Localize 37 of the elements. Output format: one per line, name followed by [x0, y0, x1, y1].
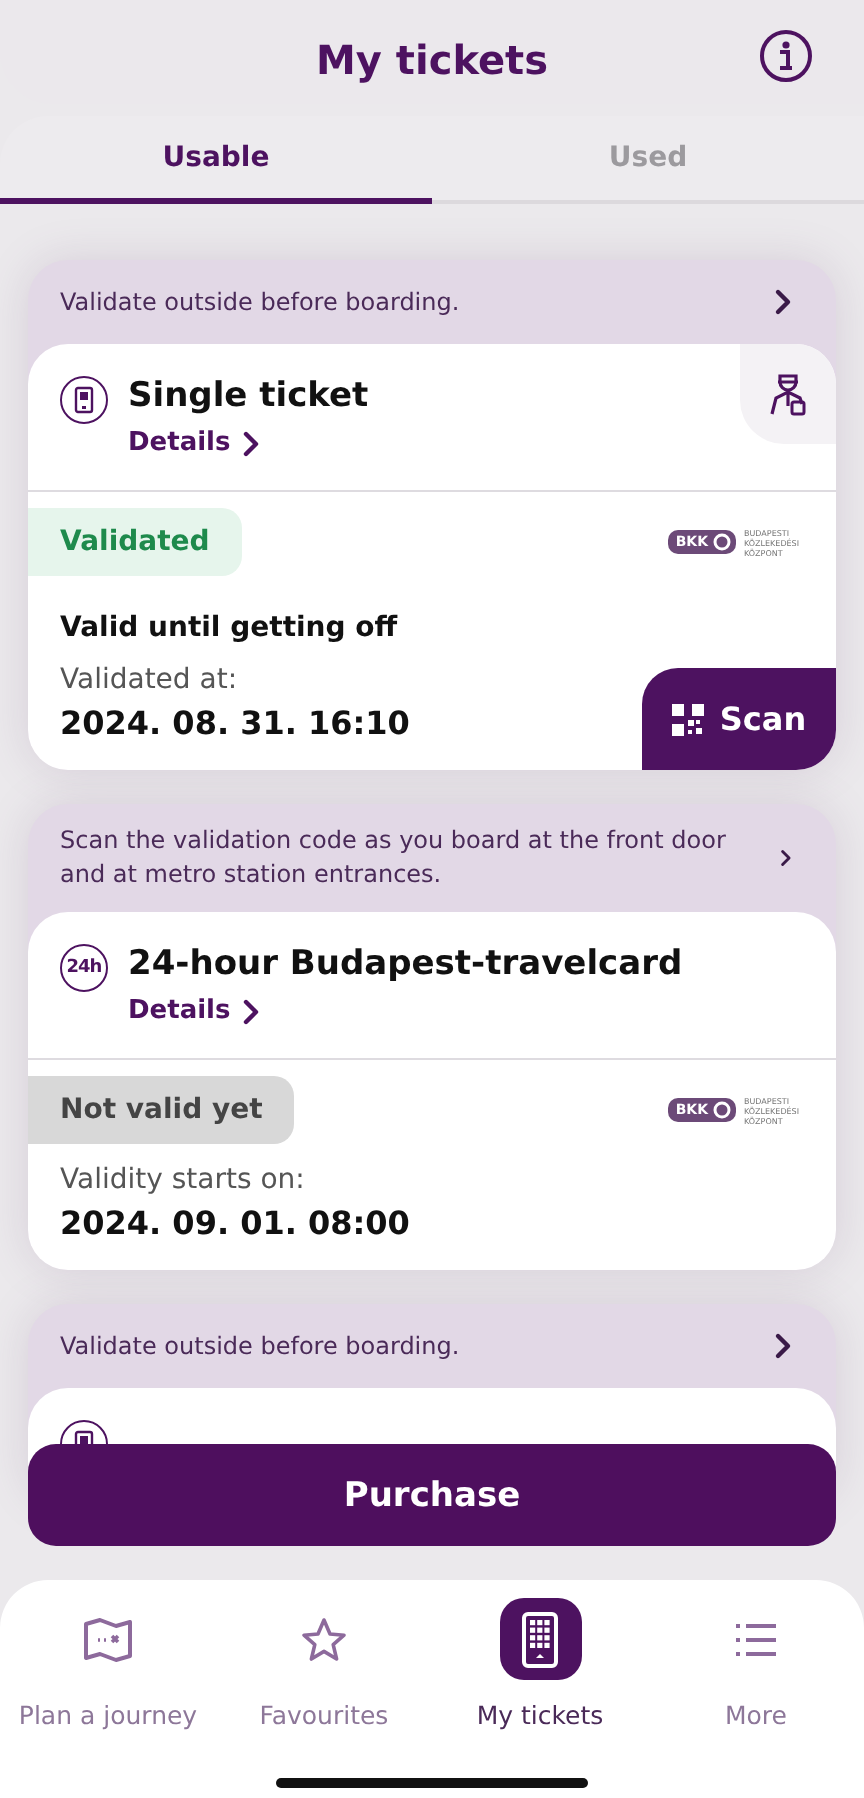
- time-value: 2024. 08. 31. 16:10: [60, 704, 410, 742]
- details-link[interactable]: Details: [128, 996, 683, 1026]
- purchase-button[interactable]: Purchase: [28, 1444, 836, 1546]
- page-title: My tickets: [316, 36, 548, 84]
- notice-text: Validate outside before boarding.: [60, 1329, 460, 1363]
- tab[interactable]: Usable: [0, 116, 432, 204]
- status-badge: Validated: [28, 508, 242, 576]
- ticket-icon: [60, 376, 108, 424]
- inspector-icon: [768, 370, 808, 418]
- chevron-icon: [242, 997, 261, 1025]
- map-icon: [82, 1615, 134, 1663]
- info-icon: [778, 40, 794, 72]
- validity-text: Valid until getting off: [58, 610, 400, 644]
- hours-icon: 24h: [60, 944, 108, 992]
- nav-item[interactable]: More: [648, 1598, 864, 1798]
- list-icon: [734, 1619, 778, 1659]
- time-label: Validity starts on:: [58, 1162, 307, 1200]
- time-value: 2024. 09. 01. 08:00: [60, 1204, 410, 1242]
- ticket-title: 24-hour Budapest-travelcard: [128, 944, 683, 984]
- qr-code-icon: [671, 703, 704, 735]
- notice-text: Scan the validation code as you board at the front door and at metro station entrances.: [60, 824, 728, 892]
- ticket-title: Single ticket: [128, 376, 369, 416]
- ticket-icon: [520, 1611, 560, 1667]
- scan-button[interactable]: Scan: [642, 668, 836, 770]
- info-button[interactable]: [760, 30, 812, 82]
- inspector-button[interactable]: [740, 344, 836, 444]
- nav-item[interactable]: Plan a journey: [0, 1598, 216, 1798]
- details-link[interactable]: Details: [128, 428, 369, 458]
- chevron-icon: [774, 288, 792, 316]
- chevron-icon: [242, 429, 261, 457]
- star-icon: [300, 1615, 348, 1663]
- notice-text: Validate outside before boarding.: [60, 285, 460, 319]
- nav-item[interactable]: Favourites: [216, 1598, 432, 1798]
- chevron-icon: [780, 844, 792, 872]
- time-label: Validated at:: [58, 662, 240, 700]
- chevron-icon: [774, 1332, 792, 1360]
- status-badge: Not valid yet: [28, 1076, 295, 1144]
